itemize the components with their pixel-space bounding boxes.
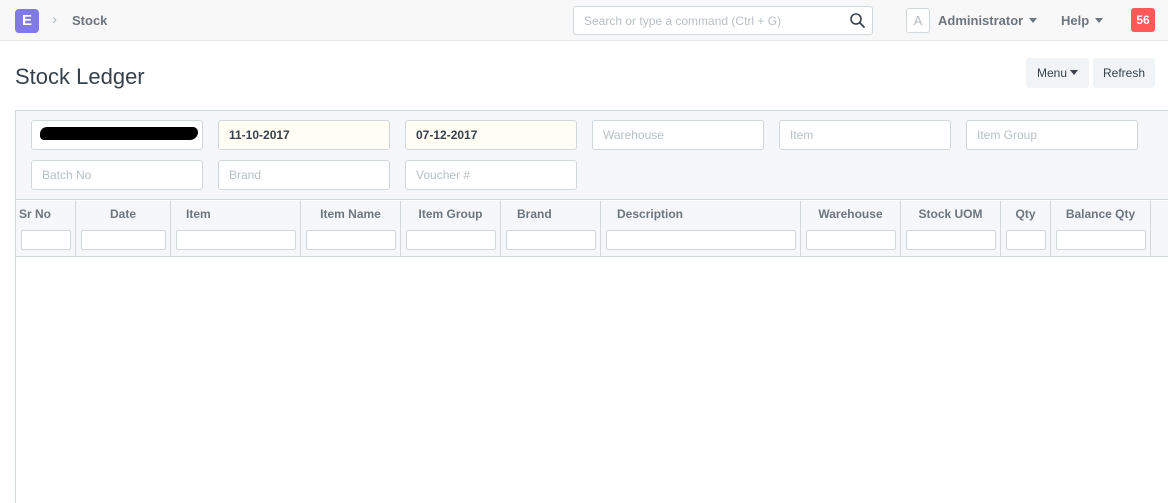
- from-date-filter[interactable]: [218, 120, 390, 150]
- column-filter-input[interactable]: [1056, 230, 1146, 250]
- column-item: Item: [171, 201, 301, 257]
- column-item-group: Item Group: [401, 201, 501, 257]
- menu-button[interactable]: Menu: [1026, 58, 1089, 88]
- search-box[interactable]: [573, 6, 873, 35]
- column-label: Qty: [1015, 207, 1036, 221]
- column-filter-input[interactable]: [906, 230, 996, 250]
- grid-header: Sr No Date Item Item Name Item Group Bra…: [16, 201, 1168, 257]
- column-label: Stock UOM: [918, 207, 983, 221]
- column-item-name: Item Name: [301, 201, 401, 257]
- to-date-filter[interactable]: [405, 120, 577, 150]
- item-group-filter[interactable]: [966, 120, 1138, 150]
- search-input[interactable]: [574, 7, 834, 34]
- batch-no-filter[interactable]: [31, 160, 203, 190]
- item-filter[interactable]: [779, 120, 951, 150]
- notification-badge[interactable]: 56: [1131, 8, 1155, 32]
- app-logo[interactable]: E: [15, 9, 39, 33]
- column-label: Warehouse: [818, 207, 883, 221]
- column-label: Sr No: [19, 207, 52, 221]
- user-menu[interactable]: Administrator: [938, 13, 1038, 28]
- column-stock-uom: Stock UOM: [901, 201, 1001, 257]
- column-filter-input[interactable]: [1006, 230, 1046, 250]
- column-filter-input[interactable]: [306, 230, 396, 250]
- warehouse-filter[interactable]: [592, 120, 764, 150]
- column-label: Item Name: [320, 207, 381, 221]
- column-label: Balance Qty: [1065, 207, 1136, 221]
- chevron-right-icon: ›: [52, 11, 57, 28]
- column-filter-input[interactable]: [506, 230, 596, 250]
- column-filter-input[interactable]: [81, 230, 166, 250]
- column-label: Brand: [517, 207, 552, 221]
- refresh-button[interactable]: Refresh: [1093, 58, 1155, 88]
- help-menu-label: Help: [1061, 13, 1090, 28]
- column-balance-qty: Balance Qty: [1051, 201, 1151, 257]
- column-description: Description: [601, 201, 801, 257]
- column-label: Date: [109, 207, 136, 221]
- search-icon[interactable]: [849, 12, 866, 29]
- help-menu[interactable]: Help: [1061, 13, 1104, 28]
- brand-filter[interactable]: [218, 160, 390, 190]
- page-title: Stock Ledger: [15, 64, 145, 89]
- column-brand: Brand: [501, 201, 601, 257]
- column-qty: Qty: [1001, 201, 1051, 257]
- voucher-filter[interactable]: [405, 160, 577, 190]
- column-date: Date: [76, 201, 171, 257]
- caret-down-icon: [1070, 70, 1079, 75]
- user-avatar[interactable]: A: [906, 8, 930, 33]
- column-label: Item Group: [418, 207, 483, 221]
- redacted-mark: [40, 127, 198, 140]
- column-filter-input[interactable]: [176, 230, 296, 250]
- caret-down-icon: [1029, 18, 1038, 23]
- column-label: Item: [186, 207, 211, 221]
- user-menu-label: Administrator: [938, 13, 1024, 28]
- menu-button-label: Menu: [1036, 66, 1068, 80]
- column-filter-input[interactable]: [806, 230, 896, 250]
- column-filter-input[interactable]: [406, 230, 496, 250]
- column-filter-input[interactable]: [606, 230, 796, 250]
- caret-down-icon: [1095, 18, 1104, 23]
- column-filter-input[interactable]: [21, 230, 71, 250]
- column-label: Description: [617, 207, 684, 221]
- column-warehouse: Warehouse: [801, 201, 901, 257]
- breadcrumb-stock[interactable]: Stock: [72, 13, 107, 28]
- column-sr-no: Sr No: [16, 201, 76, 257]
- navbar: E › Stock A Administrator Help 56: [0, 0, 1168, 41]
